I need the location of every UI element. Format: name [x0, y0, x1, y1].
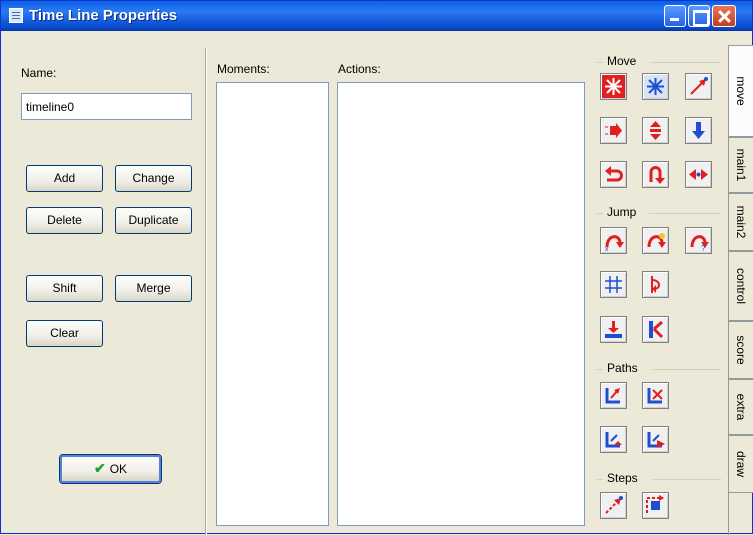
fixed-move-icon[interactable]: [600, 73, 627, 100]
tab-extra[interactable]: extra: [729, 379, 753, 435]
moments-label: Moments:: [217, 62, 270, 76]
step-towards-icon[interactable]: [600, 492, 627, 519]
snap-to-grid-icon[interactable]: [600, 271, 627, 298]
change-button[interactable]: Change: [115, 165, 192, 192]
window-title: Time Line Properties: [29, 7, 178, 24]
shift-button[interactable]: Shift: [26, 275, 103, 302]
tab-main2[interactable]: main2: [729, 193, 753, 251]
svg-text:x: x: [605, 246, 609, 252]
moments-list[interactable]: [216, 82, 329, 526]
close-button[interactable]: [712, 5, 736, 27]
move-to-contact-icon[interactable]: [600, 316, 627, 343]
duplicate-button[interactable]: Duplicate: [115, 207, 192, 234]
step-avoiding-icon[interactable]: [642, 492, 669, 519]
group-jump-label: Jump: [605, 205, 639, 219]
tab-move[interactable]: move: [729, 45, 753, 137]
ok-label: OK: [109, 462, 128, 476]
name-input[interactable]: [22, 94, 191, 119]
reverse-vertical-icon[interactable]: [642, 161, 669, 188]
svg-text:?: ?: [701, 244, 706, 252]
maximize-button[interactable]: [688, 5, 710, 27]
palette-tabs: move main1 main2 control score extra dra…: [729, 45, 753, 535]
title-bar[interactable]: Time Line Properties: [1, 1, 752, 31]
tab-draw[interactable]: draw: [729, 435, 753, 493]
path-position-icon[interactable]: [600, 426, 627, 453]
delete-button[interactable]: Delete: [26, 207, 103, 234]
tab-main1[interactable]: main1: [729, 137, 753, 193]
ok-button[interactable]: ✔ OK: [60, 455, 161, 483]
speed-vertical-icon[interactable]: [642, 117, 669, 144]
jump-to-position-icon[interactable]: x: [600, 227, 627, 254]
wrap-screen-icon[interactable]: [642, 271, 669, 298]
reverse-horizontal-icon[interactable]: [600, 161, 627, 188]
set-path-icon[interactable]: [600, 382, 627, 409]
end-path-icon[interactable]: [642, 382, 669, 409]
name-label: Name:: [21, 66, 57, 80]
time-line-properties-window: Time Line Properties Name: Add Change De…: [0, 0, 753, 535]
timeline-app-icon: [9, 8, 23, 23]
move-towards-icon[interactable]: [685, 73, 712, 100]
jump-to-start-icon[interactable]: [642, 227, 669, 254]
bounce-icon[interactable]: [642, 316, 669, 343]
add-button[interactable]: Add: [26, 165, 103, 192]
friction-icon[interactable]: [685, 161, 712, 188]
minimize-button[interactable]: [664, 5, 686, 27]
group-paths-label: Paths: [605, 361, 640, 375]
clear-button[interactable]: Clear: [26, 320, 103, 347]
merge-button[interactable]: Merge: [115, 275, 192, 302]
actions-label: Actions:: [338, 62, 381, 76]
group-steps-label: Steps: [605, 471, 640, 485]
tab-control[interactable]: control: [729, 251, 753, 321]
actions-list[interactable]: [337, 82, 585, 526]
checkmark-icon: ✔: [93, 460, 106, 476]
name-field[interactable]: [21, 93, 192, 120]
path-speed-icon[interactable]: [642, 426, 669, 453]
speed-horizontal-icon[interactable]: [600, 117, 627, 144]
free-move-icon[interactable]: [642, 73, 669, 100]
panel-divider: [205, 48, 207, 535]
gravity-icon[interactable]: [685, 117, 712, 144]
tab-score[interactable]: score: [729, 321, 753, 379]
jump-to-random-icon[interactable]: ?: [685, 227, 712, 254]
group-move-label: Move: [605, 54, 639, 68]
